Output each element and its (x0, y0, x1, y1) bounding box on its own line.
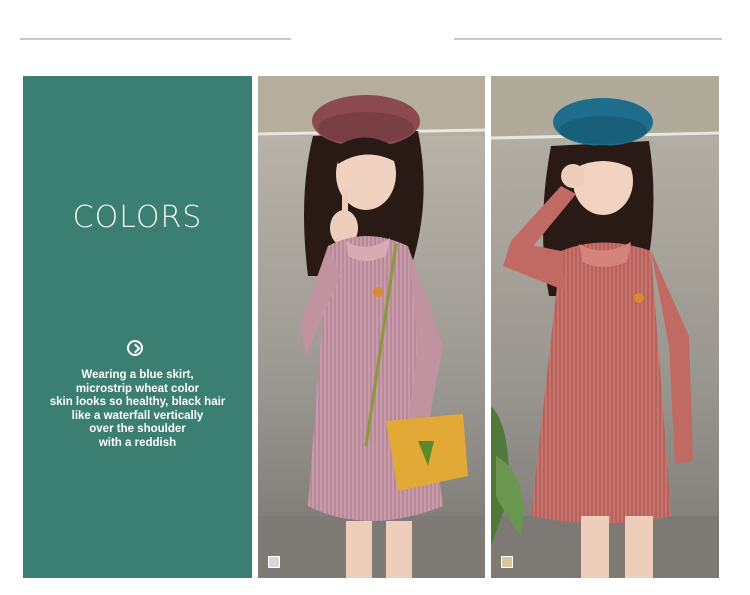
colors-panel: COLORS Wearing a blue skirt, microstrip … (23, 76, 252, 578)
pink-dress-illustration (258, 76, 485, 578)
colors-title: COLORS (72, 200, 203, 235)
color-swatch[interactable] (268, 556, 280, 568)
description-line: like a waterfall vertically (71, 409, 204, 422)
description-line: microstrip wheat color (75, 382, 200, 395)
colors-description: Wearing a blue skirt, microstrip wheat c… (39, 369, 236, 450)
description-line: over the shoulder (89, 423, 186, 435)
coral-dress-photo (491, 76, 719, 578)
description-line: with a reddish (98, 436, 177, 449)
description-line: skin looks so healthy, black hair (49, 396, 226, 408)
circle-arrow-right-icon[interactable] (127, 340, 143, 356)
top-divider-left (20, 38, 291, 40)
coral-dress-illustration (491, 76, 719, 578)
top-divider-right (454, 38, 722, 40)
description-line: Wearing a blue skirt, (81, 369, 194, 381)
color-swatch[interactable] (501, 556, 513, 568)
pink-dress-photo (258, 76, 485, 578)
